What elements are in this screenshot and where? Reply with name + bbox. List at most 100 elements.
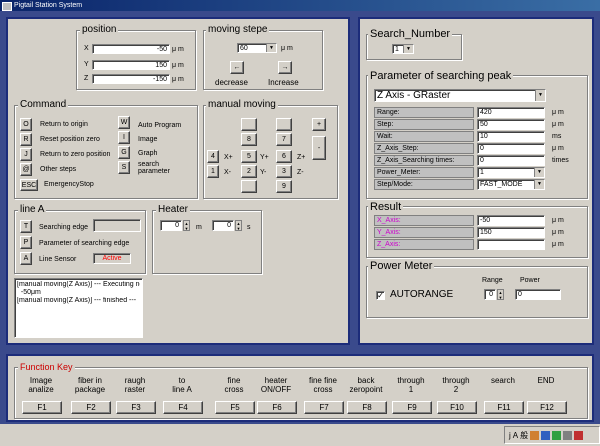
move-key-5[interactable]: 5 — [241, 150, 257, 163]
function-key-button-f7[interactable]: F7 — [304, 401, 344, 414]
move-key-6[interactable]: 6 — [276, 150, 292, 163]
peak-param-unit: times — [552, 157, 569, 164]
reset-zero-key[interactable]: R — [20, 133, 32, 146]
app-icon — [2, 2, 12, 11]
move-key-4[interactable]: 4 — [207, 150, 219, 163]
minus-button[interactable]: - — [312, 136, 326, 160]
heater-seconds-field[interactable]: 0 — [212, 220, 234, 231]
function-key-button-f2[interactable]: F2 — [71, 401, 111, 414]
ime-kanji-icon[interactable]: 般 — [520, 430, 528, 441]
log-line: -50μm — [17, 289, 41, 296]
x-position-field[interactable]: -50 — [92, 44, 170, 54]
function-key-button-f11[interactable]: F11 — [484, 401, 524, 414]
peak-param-field[interactable]: 0 — [477, 155, 545, 166]
ime-mode-icon[interactable]: j — [509, 431, 511, 440]
y-position-field[interactable]: 150 — [92, 60, 170, 70]
result-axis-label: X_Axis: — [374, 215, 474, 226]
auto-program-label: Auto Program — [138, 122, 182, 129]
line-sensor-key[interactable]: A — [20, 252, 32, 265]
param-edge-key[interactable]: P — [20, 236, 32, 249]
z-position-field[interactable]: -150 — [92, 74, 170, 84]
check-icon: ✓ — [377, 291, 384, 300]
peak-param-label: Step/Mode: — [374, 179, 474, 190]
log-textarea[interactable]: [manual moving(Z Axis)] --- Executing no… — [14, 278, 143, 338]
y-minus-label: Y- — [260, 169, 267, 176]
return-zero-key[interactable]: J — [20, 148, 32, 161]
tray-app-icon-4[interactable] — [563, 430, 573, 440]
peak-param-value: 1 — [480, 169, 484, 176]
ime-input-icon[interactable]: A — [513, 431, 518, 440]
chevron-down-icon: ▼ — [534, 168, 544, 177]
return-origin-key[interactable]: O — [20, 118, 32, 131]
move-key-2[interactable]: 2 — [241, 165, 257, 178]
heater-minutes-spinner[interactable]: ▲ ▼ — [183, 220, 190, 231]
moving-steps-select[interactable]: 60 ▼ — [237, 43, 277, 53]
function-key-button-f6[interactable]: F6 — [257, 401, 297, 414]
search-param-key[interactable]: S — [118, 161, 130, 174]
function-key-button-f10[interactable]: F10 — [437, 401, 477, 414]
range-field[interactable]: 0 — [484, 289, 496, 300]
tray-app-icon-2[interactable] — [541, 430, 551, 440]
peak-param-unit: μ m — [552, 109, 564, 116]
peak-param-value: FAST_MODE — [480, 181, 523, 188]
move-key-8[interactable]: 8 — [241, 133, 257, 146]
searching-edge-label: Searching edge — [39, 224, 89, 231]
function-key-button-f4[interactable]: F4 — [163, 401, 203, 414]
function-key-button-f9[interactable]: F9 — [392, 401, 432, 414]
tray-app-icon-5[interactable] — [574, 430, 584, 440]
command-title: Command — [18, 99, 69, 110]
image-label: Image — [138, 136, 158, 143]
decrease-button[interactable]: ← — [230, 61, 244, 74]
range-spinner[interactable]: ▲ ▼ — [497, 289, 504, 300]
other-steps-key[interactable]: @ — [20, 163, 32, 176]
peak-param-label: Step: — [374, 119, 474, 130]
result-axis-field: -50 — [477, 215, 545, 226]
move-key-1[interactable]: 1 — [207, 165, 219, 178]
move-key-9[interactable]: 9 — [276, 180, 292, 193]
position-title: position — [80, 24, 119, 35]
auto-program-key[interactable]: W — [118, 116, 130, 129]
tray-app-icon-3[interactable] — [552, 430, 562, 440]
move-z-up-button[interactable] — [276, 118, 292, 131]
searching-edge-key[interactable]: T — [20, 220, 32, 233]
result-axis-unit: μ m — [552, 217, 564, 224]
graph-label: Graph — [138, 150, 158, 157]
function-key-button-f5[interactable]: F5 — [215, 401, 255, 414]
line-sensor-status: Active — [93, 253, 131, 264]
move-key-7[interactable]: 7 — [276, 133, 292, 146]
function-key-button-f3[interactable]: F3 — [116, 401, 156, 414]
heater-minutes-unit: m — [196, 224, 202, 231]
heater-seconds-spinner[interactable]: ▲ ▼ — [235, 220, 242, 231]
move-key-3[interactable]: 3 — [276, 165, 292, 178]
peak-param-select[interactable]: 1 ▼ — [477, 167, 545, 178]
function-key-button-f1[interactable]: F1 — [22, 401, 62, 414]
emergency-stop-label: EmergencyStop — [44, 181, 94, 188]
heater-minutes-field[interactable]: 0 — [160, 220, 182, 231]
peak-param-field[interactable]: 420 — [477, 107, 545, 118]
plus-button[interactable]: + — [312, 118, 326, 131]
power-field: 0 — [515, 289, 561, 300]
image-key[interactable]: I — [118, 131, 130, 144]
move-up-button[interactable] — [241, 118, 257, 131]
tray-app-icon-1[interactable] — [530, 430, 540, 440]
result-axis-label: Z_Axis: — [374, 239, 474, 250]
autorange-checkbox[interactable]: ✓ — [376, 291, 385, 300]
peak-param-field[interactable]: 50 — [477, 119, 545, 130]
function-key-desc: fiber in package — [74, 376, 106, 394]
graph-key[interactable]: G — [118, 146, 130, 159]
move-down-button[interactable] — [241, 180, 257, 193]
peak-mode-select[interactable]: Z Axis - GRaster ▼ — [374, 89, 546, 102]
searching-edge-field[interactable] — [93, 219, 141, 232]
function-key-button-f8[interactable]: F8 — [347, 401, 387, 414]
peak-param-field[interactable]: 0 — [477, 143, 545, 154]
search-number-select[interactable]: 1 ▼ — [392, 44, 414, 54]
peak-param-select[interactable]: FAST_MODE ▼ — [477, 179, 545, 190]
heater-title: Heater — [156, 204, 191, 215]
taskbar: j A 般 — [0, 424, 600, 446]
function-key-button-f12[interactable]: F12 — [527, 401, 567, 414]
peak-param-field[interactable]: 10 — [477, 131, 545, 142]
esc-key[interactable]: ESC — [20, 179, 38, 191]
increase-button[interactable]: → — [278, 61, 292, 74]
return-origin-label: Return to origin — [40, 121, 88, 128]
result-axis-field — [477, 239, 545, 250]
